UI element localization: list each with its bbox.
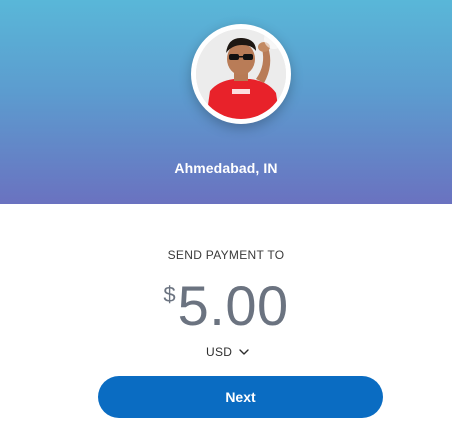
send-payment-heading: SEND PAYMENT TO [167,248,285,262]
profile-header: Ahmedabad, IN [0,0,452,204]
profile-photo [196,29,286,119]
chevron-down-icon [238,346,250,358]
currency-dropdown[interactable]: USD [206,343,250,361]
location-label: Ahmedabad, IN [174,160,278,176]
profile-photo-icon [196,29,286,119]
next-button[interactable]: Next [98,376,383,418]
currency-code: USD [206,345,233,359]
avatar [191,24,291,124]
currency-symbol: $ [163,282,176,307]
amount-display: $5.00 [0,278,452,334]
amount-value: 5.00 [177,274,289,337]
send-payment-card: Ahmedabad, IN SEND PAYMENT TO $5.00 USD … [0,0,452,439]
